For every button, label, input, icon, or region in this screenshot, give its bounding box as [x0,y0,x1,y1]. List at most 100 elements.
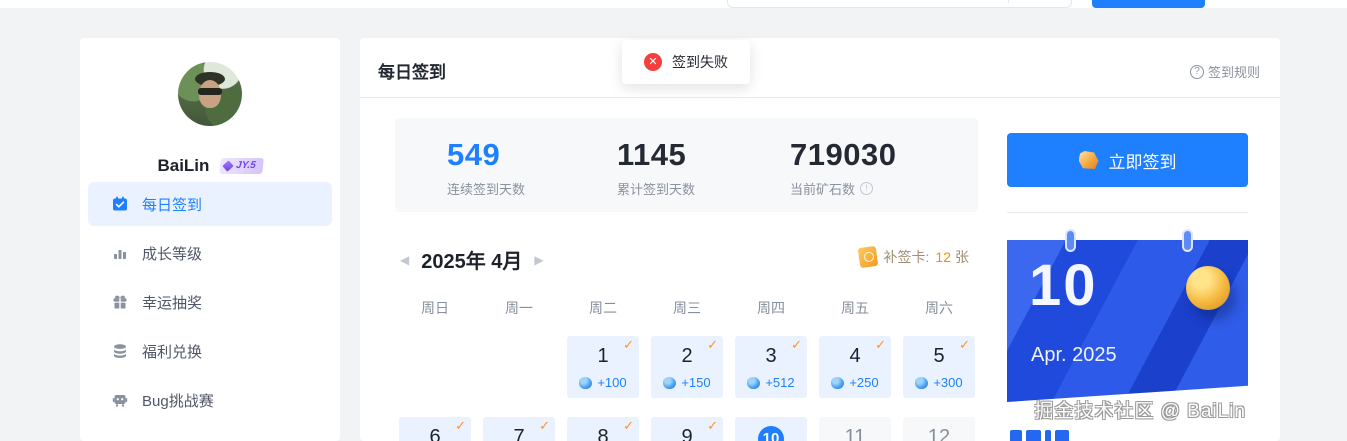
day-number: 11 [819,424,891,441]
diamond-icon [222,160,233,171]
day-number: 3 [735,343,807,369]
stat-value: 1145 [617,138,695,172]
calendar-pin-icon [1182,229,1193,252]
gift-icon [112,294,128,310]
stat-item: 549 连续签到天数! [447,138,525,198]
sidebar-item-label: 成长等级 [142,243,202,264]
stat-value: 719030 [790,138,896,172]
sidebar: BaiLin JY.5 每日签到 成长等级 幸运抽奖 福利兑换 Bug挑战赛 我… [80,38,340,441]
ore-icon [663,377,676,389]
bug-icon [112,392,128,408]
weekday-label: 周一 [477,298,561,318]
avatar-sunglasses [198,88,222,95]
sidebar-item-成长等级[interactable]: 成长等级 [88,231,332,275]
calendar-day-cell: ✓ [483,336,555,398]
illustration-day: 10 [1029,252,1098,319]
sidebar-item-福利兑换[interactable]: 福利兑换 [88,329,332,373]
sidebar-item-我的收藏[interactable]: 我的收藏 [88,427,332,441]
day-number: 6 [399,424,471,441]
divider [1007,212,1248,213]
calendar-day-cell[interactable]: ✓ 7 [483,417,555,441]
page-title: 每日签到 [378,58,446,83]
clipped-blue-text [1010,430,1073,441]
question-circle-icon: ? [1190,65,1204,79]
calendar-day-cell[interactable]: ✓ 3 +512 [735,336,807,398]
level-badge-label: JY.5 [235,160,256,171]
weekday-label: 周四 [729,298,813,318]
coins-icon [112,343,128,359]
sidebar-item-每日签到[interactable]: 每日签到 [88,182,332,226]
calendar-day-cell[interactable]: ✓ 5 +300 [903,336,975,398]
calendar-day-cell[interactable]: ✓ 10 [735,417,807,441]
signin-rules-link[interactable]: ? 签到规则 [1190,62,1260,81]
stat-item: 719030 当前矿石数! [790,138,896,198]
bar-chart-icon [112,245,128,261]
day-number: 12 [903,424,975,441]
makeup-card-label: 补签卡: [884,247,930,267]
ore-icon [831,377,844,389]
topbar-primary-button[interactable] [1092,0,1205,8]
main-header: 每日签到 ? 签到规则 [360,38,1280,98]
calendar-day-cell[interactable]: ✓ 4 +250 [819,336,891,398]
calendar-grid: ✓ ✓ ✓ 1 +100 ✓ 2 +150 ✓ 3 +512 ✓ 4 +250 … [393,336,981,441]
search-divider [1008,0,1009,3]
makeup-card-unit: 张 [955,247,969,267]
calendar-day-cell[interactable]: ✓ 9 [651,417,723,441]
avatar[interactable] [178,62,242,126]
signin-rules-label: 签到规则 [1208,62,1260,81]
calendar-day-cell[interactable]: ✓ 11 [819,417,891,441]
stat-label: 当前矿石数 [790,179,855,198]
calendar-pin-icon [1065,229,1076,252]
watermark: 掘金技术社区 @ BaiLin [1034,396,1246,423]
illustration-month-year: Apr. 2025 [1031,344,1117,367]
stat-label: 累计签到天数 [617,179,695,198]
weekday-label: 周日 [393,298,477,318]
weekday-label: 周二 [561,298,645,318]
calendar-day-cell[interactable]: ✓ 6 [399,417,471,441]
calendar-day-cell[interactable]: ✓ 2 +150 [651,336,723,398]
sidebar-item-label: 福利兑换 [142,341,202,362]
username: BaiLin [157,156,209,175]
top-navbar [0,0,1347,8]
weekday-label: 周六 [897,298,981,318]
month-navigator: ◀ 2025年 4月 ▶ [396,245,548,274]
day-number: 5 [903,343,975,369]
calendar-day-cell[interactable]: ✓ 1 +100 [567,336,639,398]
calendar-day-cell[interactable]: ✓ 8 [567,417,639,441]
ore-icon [915,377,928,389]
next-month-arrow-icon[interactable]: ▶ [530,253,547,267]
main-panel: 每日签到 ? 签到规则 549 连续签到天数! 1145 累计签到天数! 719… [360,38,1280,441]
day-bonus: +150 [651,375,723,390]
level-badge: JY.5 [219,158,263,174]
day-number: 10 [735,424,807,441]
sidebar-item-幸运抽奖[interactable]: 幸运抽奖 [88,280,332,324]
sidebar-item-label: 每日签到 [142,194,202,215]
ore-icon [579,377,592,389]
month-label: 2025年 4月 [421,245,522,274]
sidebar-item-Bug挑战赛[interactable]: Bug挑战赛 [88,378,332,422]
stat-item: 1145 累计签到天数! [617,138,695,198]
day-number: 9 [651,424,723,441]
signin-stats: 549 连续签到天数! 1145 累计签到天数! 719030 当前矿石数! [395,118,978,212]
stat-label: 连续签到天数 [447,179,525,198]
day-bonus: +100 [567,375,639,390]
calendar-check-icon [112,196,128,212]
day-number: 1 [567,343,639,369]
ore-nugget-icon [1079,151,1099,169]
makeup-card-count: 12 [935,249,951,265]
user-row: BaiLin JY.5 [80,156,340,176]
day-number: 8 [567,424,639,441]
day-number: 7 [483,424,555,441]
signin-now-button[interactable]: 立即签到 [1007,133,1248,187]
weekday-label: 周三 [645,298,729,318]
search-input[interactable] [727,0,1072,8]
makeup-card-info[interactable]: 补签卡: 12 张 [859,247,969,267]
sidebar-item-label: 幸运抽奖 [142,292,202,313]
info-circle-icon[interactable]: ! [860,182,873,195]
signin-now-label: 立即签到 [1109,148,1177,173]
ore-icon [747,377,760,389]
calendar-day-cell[interactable]: ✓ 12 [903,417,975,441]
sidebar-item-label: Bug挑战赛 [142,390,214,411]
prev-month-arrow-icon[interactable]: ◀ [396,253,413,267]
stat-value: 549 [447,138,525,172]
